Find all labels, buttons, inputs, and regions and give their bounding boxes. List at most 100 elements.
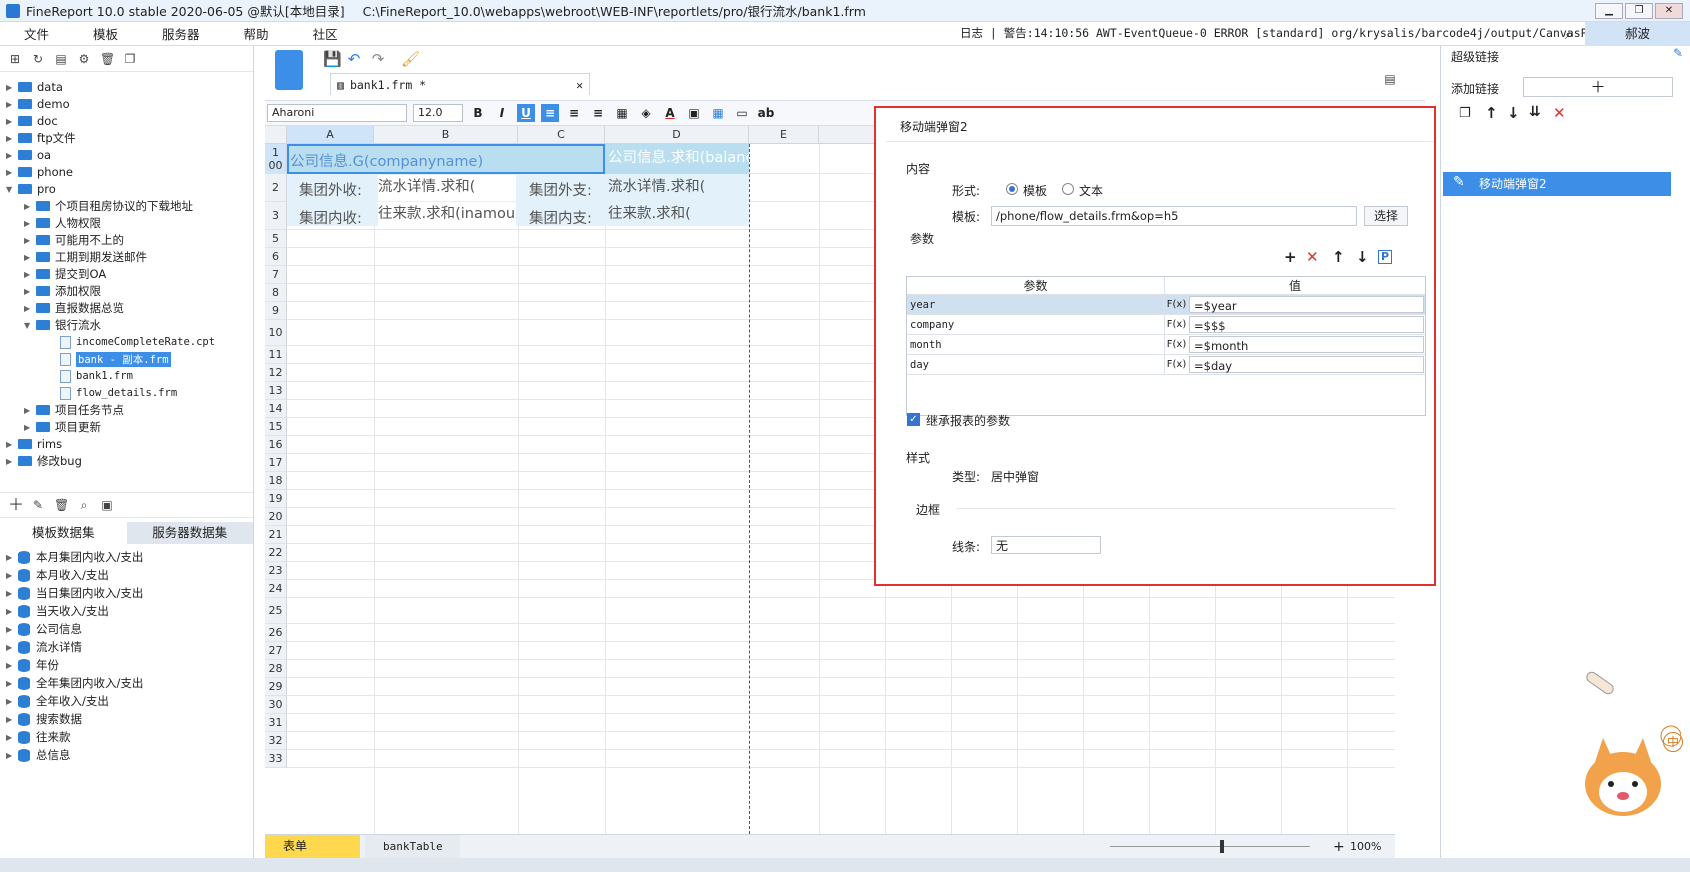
tab-server-datasets[interactable]: 服务器数据集 xyxy=(126,522,253,544)
new-folder-icon[interactable]: ⊞ xyxy=(8,52,22,66)
row-header[interactable]: 29 xyxy=(265,678,287,696)
tree-node-pro-child[interactable]: ▶ 工期到期发送邮件 xyxy=(24,248,147,266)
row-header[interactable]: 10 xyxy=(265,320,287,346)
menu-template[interactable]: 模板 xyxy=(69,24,138,43)
row-header[interactable]: 24 xyxy=(265,580,287,598)
row-header[interactable]: 7 xyxy=(265,266,287,284)
dataset-item[interactable]: ▶ 流水详情 xyxy=(6,638,82,656)
row-header[interactable]: 1 00 xyxy=(265,144,287,174)
tree-node-pro-child[interactable]: ▶ 项目更新 xyxy=(24,418,101,436)
row-header[interactable]: 11 xyxy=(265,346,287,364)
tree-node-bug[interactable]: ▶ 修改bug xyxy=(6,452,82,470)
row-header[interactable]: 19 xyxy=(265,490,287,508)
remove-param-icon[interactable]: ✕ xyxy=(1306,248,1319,266)
corner-cell[interactable] xyxy=(265,126,287,144)
tree-file[interactable]: incomeCompleteRate.cpt xyxy=(60,333,215,351)
move-up-icon[interactable]: ↑ xyxy=(1332,248,1345,266)
row-header[interactable]: 21 xyxy=(265,526,287,544)
fill-color-icon[interactable]: ◈ xyxy=(637,104,655,122)
dataset-settings-icon[interactable]: ▣ xyxy=(100,498,114,512)
cell-a3[interactable]: 集团内收: xyxy=(299,207,362,228)
tree-node-phone[interactable]: ▶ phone xyxy=(6,163,73,181)
move-up-link-icon[interactable]: ↑ xyxy=(1485,104,1498,122)
tree-node-pro-child[interactable]: ▶ 人物权限 xyxy=(24,214,101,232)
add-param-icon[interactable]: + xyxy=(1284,248,1297,266)
dataset-item[interactable]: ▶ 全年集团内收入/支出 xyxy=(6,674,143,692)
cell-c3[interactable]: 集团内支: xyxy=(529,207,592,228)
tree-node-rims[interactable]: ▶ rims xyxy=(6,435,62,453)
param-row[interactable]: day F(x) =$day xyxy=(907,355,1425,375)
cell-d3[interactable]: 往来款.求和( xyxy=(608,202,746,223)
formula-icon[interactable]: F(x) xyxy=(1164,335,1188,354)
align-center-button[interactable]: ≡ xyxy=(565,104,583,122)
radio-template[interactable] xyxy=(1006,183,1018,195)
close-tab-icon[interactable]: ✕ xyxy=(576,78,583,92)
sort-link-icon[interactable]: ⇊ xyxy=(1529,104,1541,120)
tree-node-pro-child[interactable]: ▶ 项目任务节点 xyxy=(24,401,124,419)
zoom-in-icon[interactable]: + xyxy=(1333,839,1345,855)
cell-a2[interactable]: 集团外收: xyxy=(299,179,362,200)
tree-node-oa[interactable]: ▶ oa xyxy=(6,146,51,164)
row-header[interactable]: 18 xyxy=(265,472,287,490)
inherit-params-label[interactable]: 继承报表的参数 xyxy=(926,412,1010,429)
menu-server[interactable]: 服务器 xyxy=(138,24,220,43)
tree-node-pro-child[interactable]: ▶ 个项目租房协议的下载地址 xyxy=(24,197,193,215)
row-header[interactable]: 5 xyxy=(265,230,287,248)
dataset-item[interactable]: ▶ 当天收入/支出 xyxy=(6,602,109,620)
row-header[interactable]: 26 xyxy=(265,624,287,642)
font-color-icon[interactable]: A xyxy=(661,104,679,122)
row-header[interactable]: 13 xyxy=(265,382,287,400)
menu-file[interactable]: 文件 xyxy=(0,24,69,43)
sheet-tab-form[interactable]: 表单 xyxy=(265,835,360,858)
tree-node-pro-child[interactable]: ▶ 可能用不上的 xyxy=(24,231,124,249)
edit-pencil-icon[interactable]: ✎ xyxy=(1673,46,1683,60)
dataset-item[interactable]: ▶ 年份 xyxy=(6,656,59,674)
save-icon[interactable]: 💾 xyxy=(323,52,342,67)
cell-d2[interactable]: 流水详情.求和( xyxy=(608,175,746,196)
param-row[interactable]: month F(x) =$month xyxy=(907,335,1425,355)
dataset-item[interactable]: ▶ 搜索数据 xyxy=(6,710,82,728)
tree-node-doc[interactable]: ▶ doc xyxy=(6,112,58,130)
settings-icon[interactable]: ⚙ xyxy=(77,52,91,66)
tree-node-pro-child[interactable]: ▶ 添加权限 xyxy=(24,282,101,300)
cell-b3[interactable]: 往来款.求和(inamount xyxy=(378,202,516,226)
row-header[interactable]: 22 xyxy=(265,544,287,562)
dataset-item[interactable]: ▶ 公司信息 xyxy=(6,620,82,638)
merge-cell-icon[interactable]: ▣ xyxy=(685,104,703,122)
add-link-button[interactable]: ＋ xyxy=(1523,77,1673,97)
editor-tab[interactable]: ▥ bank1.frm * ✕ xyxy=(330,73,590,95)
font-family-select[interactable]: Aharoni xyxy=(267,104,407,122)
cell-d1[interactable]: 公司信息.求和(balance xyxy=(608,146,749,167)
restore-button[interactable]: ❐ xyxy=(1625,3,1653,19)
redo-icon[interactable]: ↷ xyxy=(371,52,385,67)
panel-toggle-icon[interactable]: ▤ xyxy=(1383,72,1397,86)
param-p-icon[interactable]: P xyxy=(1378,250,1392,264)
row-header[interactable]: 32 xyxy=(265,732,287,750)
formula-icon[interactable]: F(x) xyxy=(1164,355,1188,374)
zoom-slider-thumb[interactable] xyxy=(1220,840,1224,853)
row-header[interactable]: 33 xyxy=(265,750,287,768)
search-icon[interactable]: ⌕ xyxy=(1565,25,1573,43)
move-down-icon[interactable]: ↓ xyxy=(1356,248,1369,266)
radio-template-label[interactable]: 模板 xyxy=(1023,182,1047,199)
tree-node-pro-child[interactable]: ▶ 直报数据总览 xyxy=(24,299,124,317)
copy-link-icon[interactable]: ❐ xyxy=(1459,106,1471,121)
row-header[interactable]: 20 xyxy=(265,508,287,526)
row-header[interactable]: 23 xyxy=(265,562,287,580)
column-header[interactable]: A xyxy=(287,126,374,144)
line-style-select[interactable]: 无 xyxy=(991,536,1101,554)
row-header[interactable]: 27 xyxy=(265,642,287,660)
column-header[interactable]: E xyxy=(749,126,819,144)
choose-button[interactable]: 选择 xyxy=(1364,206,1408,226)
dataset-item[interactable]: ▶ 全年收入/支出 xyxy=(6,692,109,710)
grid-icon[interactable]: ▦ xyxy=(709,104,727,122)
row-header[interactable]: 30 xyxy=(265,696,287,714)
format-painter-icon[interactable]: 🖌 xyxy=(401,52,420,67)
row-header[interactable]: 15 xyxy=(265,418,287,436)
tree-node-ftp[interactable]: ▶ ftp文件 xyxy=(6,129,76,147)
delete-dataset-icon[interactable]: 🗑 xyxy=(54,498,69,512)
row-header[interactable]: 3 xyxy=(265,202,287,230)
dataset-item[interactable]: ▶ 本月收入/支出 xyxy=(6,566,109,584)
param-row[interactable]: year F(x) =$year xyxy=(907,295,1425,315)
cell-b2[interactable]: 流水详情.求和( xyxy=(378,175,516,201)
